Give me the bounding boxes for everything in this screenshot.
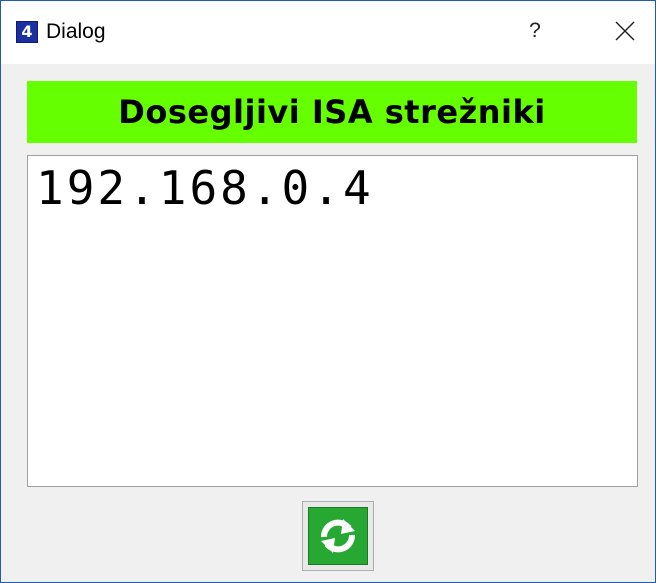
refresh-button[interactable] <box>302 501 374 571</box>
header-banner: Dosegljivi ISA strežniki <box>27 81 637 143</box>
dialog-window: 4 Dialog ? Dosegljivi ISA strežniki 192.… <box>0 0 656 583</box>
help-button[interactable]: ? <box>507 11 563 51</box>
header-title: Dosegljivi ISA strežniki <box>118 93 546 131</box>
close-icon <box>615 21 635 41</box>
window-title: Dialog <box>46 20 106 43</box>
app-icon: 4 <box>16 21 38 43</box>
server-list-item[interactable]: 192.168.0.4 <box>28 156 637 216</box>
close-button[interactable] <box>597 11 653 51</box>
title-bar[interactable]: 4 Dialog ? <box>1 1 655 64</box>
server-list[interactable]: 192.168.0.4 <box>27 155 638 487</box>
refresh-icon <box>308 507 368 565</box>
